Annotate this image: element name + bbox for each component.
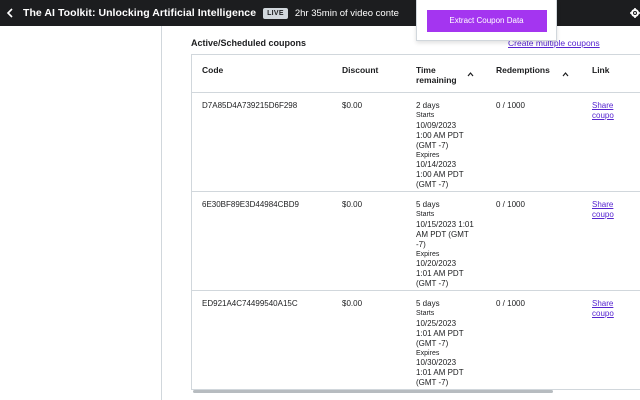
extract-coupon-data-button[interactable]: Extract Coupon Data <box>426 9 547 32</box>
live-badge: LIVE <box>263 7 288 19</box>
coupon-discount: $0.00 <box>342 299 363 308</box>
start-date: 10/15/2023 1:01 <box>416 219 474 229</box>
expiry-time: 1:01 AM PDT <box>416 269 464 278</box>
coupon-redemptions: 0 / 1000 <box>496 299 525 308</box>
coupon-code: ED921A4C74499540A15C <box>202 299 298 308</box>
share-link-line1[interactable]: Share <box>592 299 614 309</box>
expiry-timezone: (GMT -7) <box>416 180 449 189</box>
column-header-redemptions[interactable]: Redemptions <box>496 65 550 75</box>
share-coupon-link[interactable]: Share coupo <box>592 101 614 121</box>
expiry-date: 10/30/2023 <box>416 358 457 367</box>
start-time: AM PDT (GMT <box>416 229 469 239</box>
start-time: 1:01 AM PDT <box>416 328 464 338</box>
course-title[interactable]: The AI Toolkit: Unlocking Artificial Int… <box>23 7 256 19</box>
start-time: 1:00 AM PDT <box>416 130 464 140</box>
start-timezone: (GMT -7) <box>416 338 449 348</box>
table-row: 6E30BF89E3D44984CBD9 $0.00 5 days Starts… <box>192 192 640 291</box>
expires-label: Expires <box>416 349 440 357</box>
section-title: Active/Scheduled coupons <box>191 38 307 48</box>
share-link-line2[interactable]: coupo <box>592 111 614 121</box>
table-row: ED921A4C74499540A15C $0.00 5 days Starts… <box>192 291 640 389</box>
share-coupon-link[interactable]: Share coupo <box>592 299 614 319</box>
share-link-line2[interactable]: coupo <box>592 210 614 220</box>
starts-label: Starts <box>416 310 435 317</box>
column-header-code: Code <box>202 65 224 75</box>
expires-label: Expires <box>416 250 440 258</box>
time-remaining-days: 5 days <box>416 299 440 308</box>
chevron-up-icon[interactable] <box>562 65 569 83</box>
time-remaining-days: 5 days <box>416 200 440 209</box>
time-remaining: 5 days Starts 10/25/2023 1:01 AM PDT (GM… <box>416 299 486 388</box>
table-header-row: Code Discount Time remaining Redemptions… <box>192 55 640 93</box>
expiry-timezone: (GMT -7) <box>416 378 449 387</box>
expires-label: Expires <box>416 151 440 159</box>
expiry-date: 10/20/2023 <box>416 259 457 268</box>
chevron-left-icon[interactable] <box>1 8 19 18</box>
extension-popup: Extract Coupon Data <box>416 0 557 41</box>
left-sidebar <box>0 26 162 400</box>
expiry-timezone: (GMT -7) <box>416 279 449 288</box>
coupon-redemptions: 0 / 1000 <box>496 101 525 110</box>
start-timezone: -7) <box>416 239 426 249</box>
coupon-discount: $0.00 <box>342 200 363 209</box>
coupon-code: D7A85D4A739215D6F298 <box>202 101 298 110</box>
starts-label: Starts <box>416 112 435 119</box>
share-link-line1[interactable]: Share <box>592 200 614 210</box>
start-date: 10/25/2023 <box>416 318 457 328</box>
starts-label: Starts <box>416 211 435 218</box>
table-horizontal-scrollbar[interactable] <box>191 390 611 394</box>
share-coupon-link[interactable]: Share coupo <box>592 200 614 220</box>
column-header-time-remaining-line1[interactable]: Time <box>416 65 436 75</box>
start-date: 10/09/2023 <box>416 120 457 130</box>
scrollbar-thumb[interactable] <box>193 390 553 393</box>
share-link-line1[interactable]: Share <box>592 101 614 111</box>
column-header-time-remaining-line2[interactable]: remaining <box>416 75 457 85</box>
expiry-date: 10/14/2023 <box>416 160 457 169</box>
gear-icon[interactable] <box>626 0 640 26</box>
time-remaining: 2 days Starts 10/09/2023 1:00 AM PDT (GM… <box>416 101 486 190</box>
coupon-code: 6E30BF89E3D44984CBD9 <box>202 200 299 209</box>
time-remaining-days: 2 days <box>416 101 440 110</box>
expiry-time: 1:00 AM PDT <box>416 170 464 179</box>
column-header-discount: Discount <box>342 65 379 75</box>
coupon-discount: $0.00 <box>342 101 363 110</box>
time-remaining: 5 days Starts 10/15/2023 1:01 AM PDT (GM… <box>416 200 486 289</box>
table-row: D7A85D4A739215D6F298 $0.00 2 days Starts… <box>192 93 640 192</box>
video-length: 2hr 35min of video conte <box>294 7 399 19</box>
share-link-line2[interactable]: coupo <box>592 309 614 319</box>
expiry-time: 1:01 AM PDT <box>416 368 464 377</box>
coupons-table: Code Discount Time remaining Redemptions… <box>191 54 640 390</box>
coupon-redemptions: 0 / 1000 <box>496 200 525 209</box>
start-timezone: (GMT -7) <box>416 140 449 150</box>
chevron-up-icon[interactable] <box>467 65 474 83</box>
column-header-link: Link <box>592 65 610 75</box>
